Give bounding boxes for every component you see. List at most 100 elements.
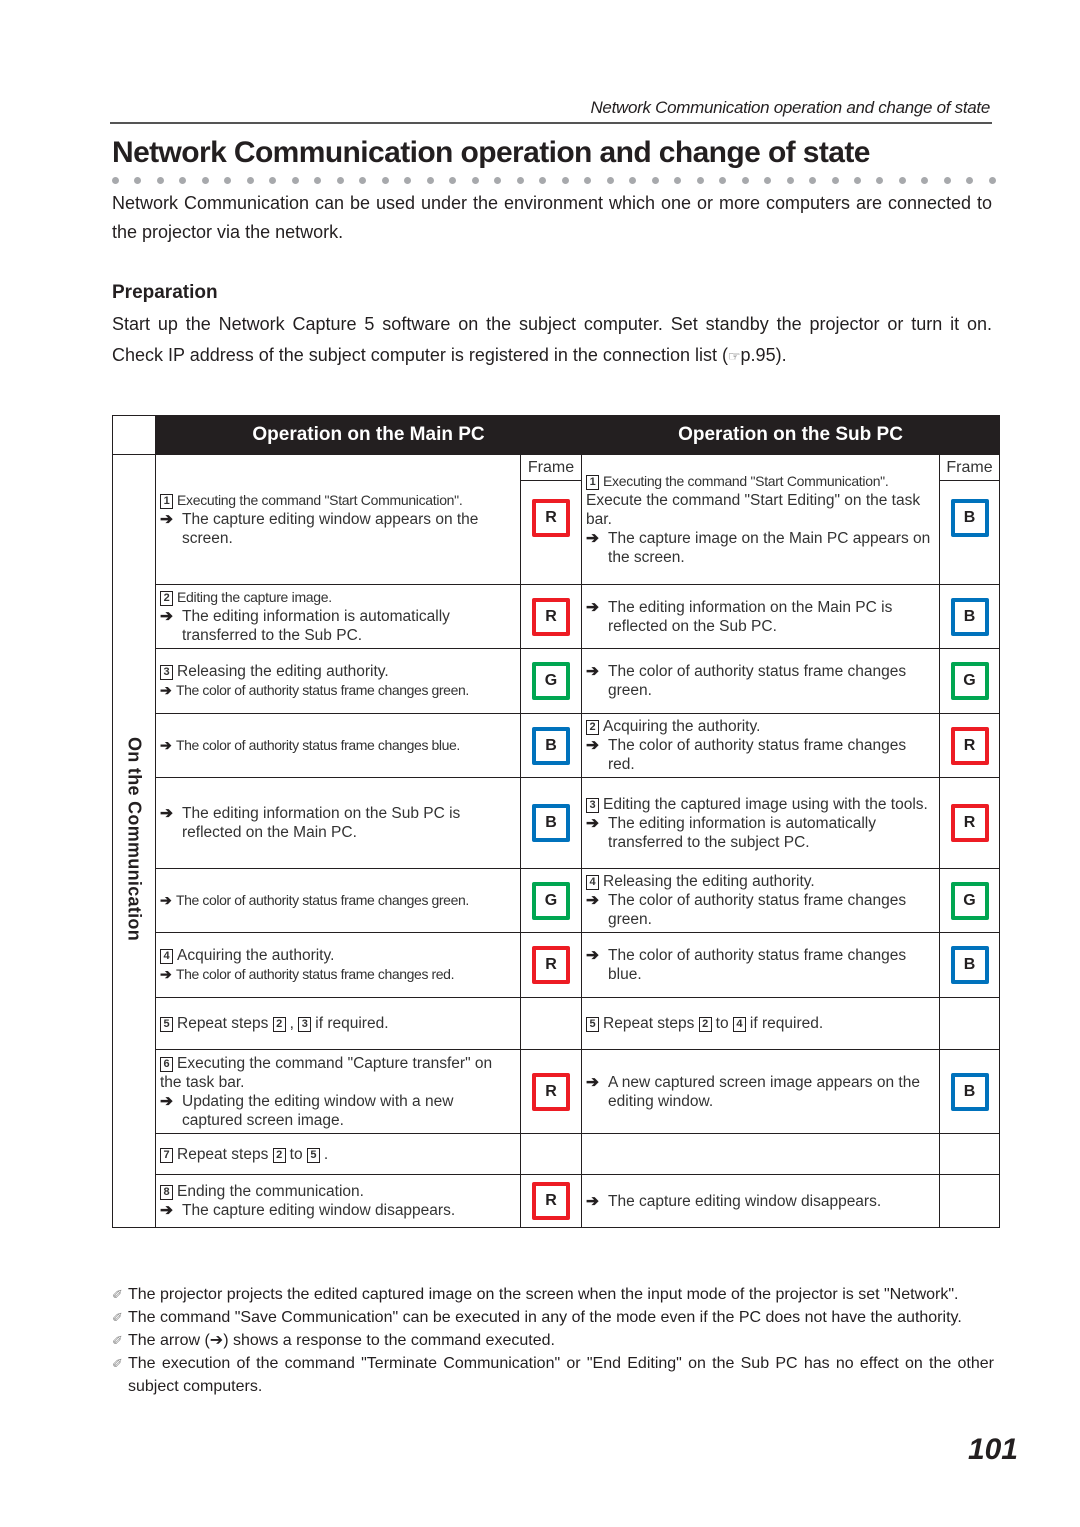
step-text: Repeat steps [603, 1015, 695, 1032]
frame-badge-wrap: B [940, 481, 999, 555]
sub-step: 1 Executing the command "Start Communicat… [586, 472, 936, 491]
main-step: 8 Ending the communication. [160, 1182, 517, 1201]
main-pc-cell: ➔ The editing information on the Sub PC i… [155, 777, 521, 869]
divider-dot [966, 177, 974, 184]
divider-dot [674, 177, 682, 184]
step-separator: , [289, 1015, 294, 1032]
divider-dot [584, 177, 592, 184]
main-response: ➔ The editing information is automaticall… [160, 607, 517, 645]
table-row: 3 Releasing the editing authority. ➔ The co… [113, 648, 1001, 714]
divider-dot [269, 177, 277, 184]
step-number-box: 3 [160, 665, 173, 680]
step-text: Repeat steps [177, 1015, 269, 1032]
notes-list: ✐ The projector projects the edited captu… [112, 1283, 994, 1398]
sub-pc-cell: ➔ The color of authority status frame cha… [581, 648, 941, 714]
main-response: ➔ The color of authority status frame cha… [160, 965, 517, 984]
main-frame-cell: B [519, 713, 583, 778]
step-reference-box: 3 [298, 1017, 312, 1032]
sub-frame-cell [939, 997, 1001, 1050]
divider-dot [134, 177, 142, 184]
response-text: The color of authority status frame chan… [608, 663, 907, 699]
sub-frame-cell: G [939, 868, 1001, 933]
arrow-icon: ➔ [586, 530, 600, 547]
divider-dot [426, 177, 434, 184]
divider-dot [156, 177, 164, 184]
sub-pc-cell: 1 Executing the command "Start Communicat… [581, 454, 941, 585]
step-number-box: 1 [586, 475, 600, 490]
step-separator: to [289, 1145, 303, 1163]
main-step: 1 Executing the command "Start Communicat… [160, 491, 517, 510]
sub-response: ➔ The capture editing window disappears. [586, 1192, 936, 1211]
arrow-icon: ➔ [160, 1092, 173, 1110]
main-frame-cell [519, 1133, 583, 1175]
divider-dot [629, 177, 637, 184]
step-number-box: 5 [586, 1017, 600, 1032]
step-number-box: 3 [586, 797, 600, 813]
frame-status-badge: R [950, 804, 989, 842]
note-text: The command "Save Communication" can be … [128, 1309, 962, 1326]
page-title: Network Communication operation and chan… [112, 136, 870, 169]
main-step: 3 Releasing the editing authority. [160, 662, 517, 681]
response-text: The editing information on the Main PC i… [608, 598, 893, 635]
main-pc-cell: 5 Repeat steps 2, 3 if required. [155, 997, 521, 1050]
frame-status-badge: B [950, 499, 989, 537]
sub-response: ➔ The editing information on the Main PC … [586, 598, 936, 636]
sub-frame-cell: B [939, 584, 1001, 649]
divider-dot [786, 177, 794, 184]
main-step: 7 Repeat steps 2 to 5. [160, 1145, 517, 1164]
response-text: The color of authority status frame chan… [176, 892, 469, 908]
sub-pc-cell: ➔ A new captured screen image appears on … [581, 1049, 941, 1134]
main-response: ➔ The color of authority status frame cha… [160, 736, 517, 755]
frame-status-badge: G [950, 662, 989, 700]
pencil-note-icon: ✐ [112, 1356, 123, 1371]
divider-dot [809, 177, 817, 184]
step-text: Executing the command "Start Communicati… [603, 473, 889, 489]
divider-dot [539, 177, 547, 184]
arrow-icon: ➔ [160, 511, 173, 528]
sub-pc-cell [581, 1133, 941, 1175]
main-step: 5 Repeat steps 2, 3 if required. [160, 1014, 517, 1033]
divider-dot [336, 177, 344, 184]
pencil-note-icon: ✐ [112, 1333, 123, 1348]
table-row: 2 Editing the capture image. ➔ The editing … [113, 584, 1001, 649]
sub-step: 2 Acquiring the authority. [586, 717, 936, 736]
step-reference-box: 5 [306, 1147, 320, 1163]
sub-step: 5 Repeat steps 2 to 4 if required. [586, 1014, 936, 1033]
side-label: On the Communication [124, 736, 145, 941]
preparation-body: Start up the Network Capture 5 software … [112, 314, 992, 365]
divider-dot [224, 177, 232, 184]
frame-status-badge: R [532, 1072, 570, 1111]
sub-response: ➔ The color of authority status frame cha… [586, 946, 936, 984]
sub-response: ➔ The color of authority status frame cha… [586, 891, 936, 929]
sub-frame-cell: R [939, 713, 1001, 778]
frame-status-badge: G [532, 662, 570, 700]
main-pc-cell: 8 Ending the communication. ➔ The capture e… [155, 1174, 521, 1228]
main-pc-cell: 1 Executing the command "Start Communicat… [155, 454, 521, 585]
frame-status-badge: R [532, 1182, 570, 1220]
divider-dot [449, 177, 457, 184]
preparation-text: Start up the Network Capture 5 software … [112, 309, 992, 372]
response-text: The editing information is automatically… [182, 608, 450, 644]
step-number-box: 5 [160, 1017, 173, 1032]
step-reference-box: 2 [698, 1017, 712, 1032]
divider-dot [764, 177, 772, 184]
sub-step: 4 Releasing the editing authority. [586, 872, 936, 891]
main-step: 2 Editing the capture image. [160, 588, 517, 607]
divider-dot [471, 177, 479, 184]
frame-status-badge: B [532, 804, 570, 842]
step-text: Executing the command "Capture transfer"… [160, 1054, 493, 1091]
response-text: The color of authority status frame chan… [608, 892, 907, 928]
sub-response: ➔ The editing information is automaticall… [586, 814, 936, 852]
response-text: The color of authority status frame chan… [608, 947, 907, 983]
page-reference-link[interactable]: p.95). [741, 345, 787, 365]
main-pc-cell: 4 Acquiring the authority. ➔ The color of a… [155, 932, 521, 998]
header-rule [110, 122, 992, 124]
step-reference-box: 2 [272, 1017, 286, 1032]
response-text: A new captured screen image appears on t… [608, 1073, 920, 1110]
divider-dot [381, 177, 389, 184]
side-blank-cell: On the Communication [112, 454, 156, 1228]
main-pc-cell: 3 Releasing the editing authority. ➔ The co… [155, 648, 521, 714]
divider-dot [179, 177, 187, 184]
note-item: ✐ The projector projects the edited captu… [112, 1283, 994, 1306]
header-main-pc: Operation on the Main PC [154, 415, 583, 455]
